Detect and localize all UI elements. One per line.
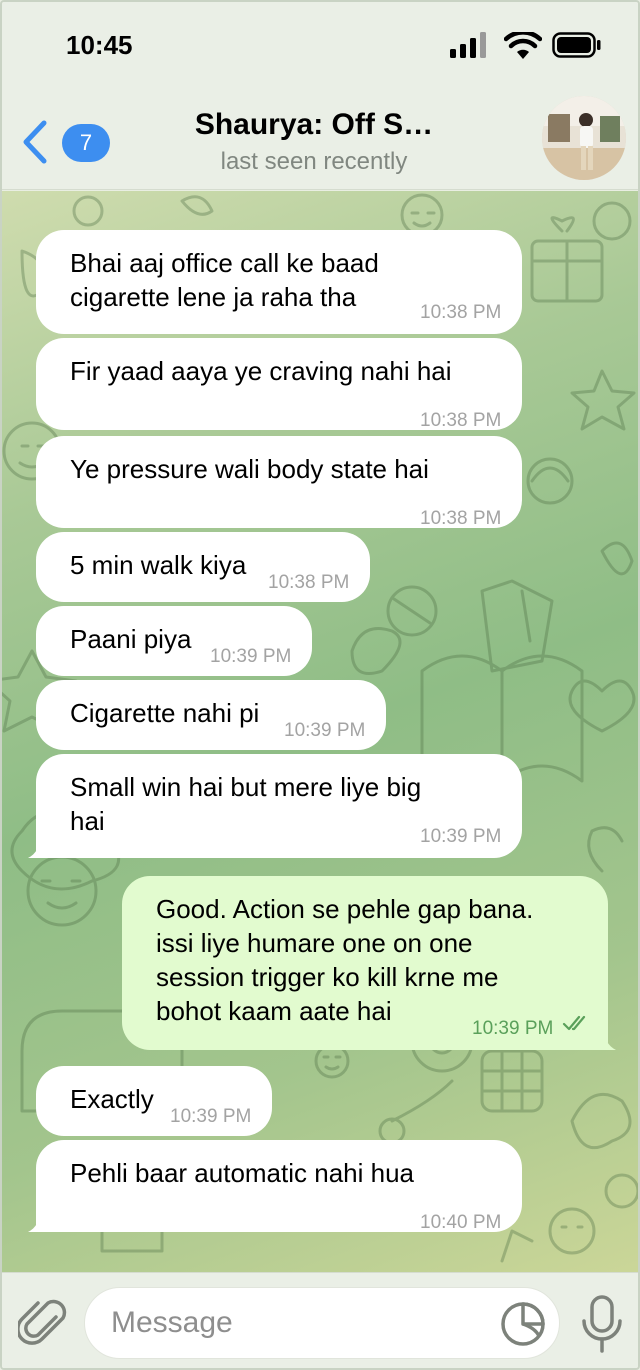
message-line: issi liye humare one on one	[156, 928, 473, 958]
message-bubble-incoming[interactable]: Bhai aaj office call ke baad cigarette l…	[36, 230, 522, 334]
message-bubble-incoming[interactable]: Pehli baar automatic nahi hua 10:40 PM	[28, 1140, 522, 1233]
message-text: Ye pressure wali body state hai	[70, 452, 429, 486]
message-bubble-incoming[interactable]: Fir yaad aaya ye craving nahi hai 10:38 …	[36, 338, 522, 431]
message-text: Bhai aaj office call ke baad cigarette l…	[70, 246, 379, 314]
bubble-tail	[28, 1210, 50, 1232]
message-bubble-outgoing[interactable]: Good. Action se pehle gap bana. issi liy…	[122, 876, 616, 1050]
message-text: Good. Action se pehle gap bana. issi liy…	[156, 892, 533, 1028]
message-bubble-incoming[interactable]: Exactly 10:39 PM	[36, 1066, 272, 1136]
message-time: 10:39 PM	[472, 1018, 554, 1039]
message-line: hai	[70, 806, 105, 836]
attach-button[interactable]	[16, 1295, 68, 1351]
sticker-icon	[501, 1302, 545, 1346]
sticker-button[interactable]	[499, 1300, 547, 1348]
message-text: 5 min walk kiya	[70, 548, 246, 582]
message-time: 10:38 PM	[420, 410, 502, 431]
back-button[interactable]	[20, 120, 50, 164]
microphone-icon	[582, 1295, 622, 1353]
message-line: Exactly	[70, 1084, 154, 1114]
message-time: 10:40 PM	[420, 1212, 502, 1233]
message-line: Bhai aaj office call ke baad	[70, 248, 379, 278]
message-input[interactable]	[111, 1300, 491, 1346]
paperclip-icon	[16, 1299, 67, 1345]
message-time: 10:38 PM	[420, 302, 502, 323]
message-time: 10:39 PM	[420, 826, 502, 847]
message-line: Fir yaad aaya ye craving nahi hai	[70, 356, 452, 386]
bubble-tail	[28, 836, 50, 858]
message-line: Ye pressure wali body state hai	[70, 454, 429, 484]
double-check-icon	[562, 1015, 586, 1031]
message-input-wrapper	[84, 1287, 560, 1359]
message-line: Small win hai but mere liye big	[70, 772, 422, 802]
battery-icon	[552, 32, 602, 58]
message-line: Good. Action se pehle gap bana.	[156, 894, 534, 924]
message-bubble-incoming[interactable]: Cigarette nahi pi 10:39 PM	[36, 680, 386, 750]
chat-header: 7 Shaurya: Off S… last seen recently	[2, 90, 638, 190]
message-bubble-incoming[interactable]: Ye pressure wali body state hai 10:38 PM	[36, 436, 522, 529]
message-line: session trigger ko kill krne me	[156, 962, 499, 992]
avatar[interactable]	[542, 96, 626, 180]
status-icons	[442, 30, 602, 62]
message-text: Paani piya	[70, 622, 191, 656]
message-time: 10:39 PM	[284, 720, 366, 741]
message-line: 5 min walk kiya	[70, 550, 247, 580]
message-line: Pehli baar automatic nahi hua	[70, 1158, 415, 1188]
message-time: 10:39 PM	[210, 646, 292, 667]
wifi-icon	[503, 30, 543, 60]
message-text: Pehli baar automatic nahi hua	[70, 1156, 414, 1190]
message-line: cigarette lene ja raha tha	[70, 282, 357, 312]
chevron-left-icon	[23, 120, 47, 164]
status-bar: 10:45	[2, 2, 638, 90]
message-time: 10:38 PM	[420, 508, 502, 529]
message-text: Exactly	[70, 1082, 154, 1116]
voice-message-button[interactable]	[580, 1295, 624, 1353]
message-time: 10:39 PM	[170, 1106, 252, 1127]
message-line: Paani piya	[70, 624, 192, 654]
chat-status: last seen recently	[220, 148, 408, 175]
message-time: 10:38 PM	[268, 572, 350, 593]
phone-screen: 10:45 7 Shaurya: Off S… last seen recent…	[0, 0, 640, 1370]
message-bubble-incoming[interactable]: Small win hai but mere liye big hai 10:3…	[28, 754, 522, 858]
chat-area[interactable]: Bhai aaj office call ke baad cigarette l…	[2, 191, 638, 1272]
message-text: Fir yaad aaya ye craving nahi hai	[70, 354, 452, 388]
chat-title[interactable]: Shaurya: Off S…	[132, 108, 496, 142]
message-line: Cigarette nahi pi	[70, 698, 260, 728]
signal-icon	[450, 32, 490, 58]
message-bubble-incoming[interactable]: 5 min walk kiya 10:38 PM	[36, 532, 370, 602]
message-text: Small win hai but mere liye big hai	[70, 770, 421, 838]
message-text: Cigarette nahi pi	[70, 696, 259, 730]
composer-bar	[2, 1272, 638, 1368]
message-bubble-incoming[interactable]: Paani piya 10:39 PM	[36, 606, 312, 676]
status-time: 10:45	[66, 30, 133, 60]
bubble-tail	[594, 1028, 616, 1050]
unread-count-badge[interactable]: 7	[62, 124, 110, 162]
